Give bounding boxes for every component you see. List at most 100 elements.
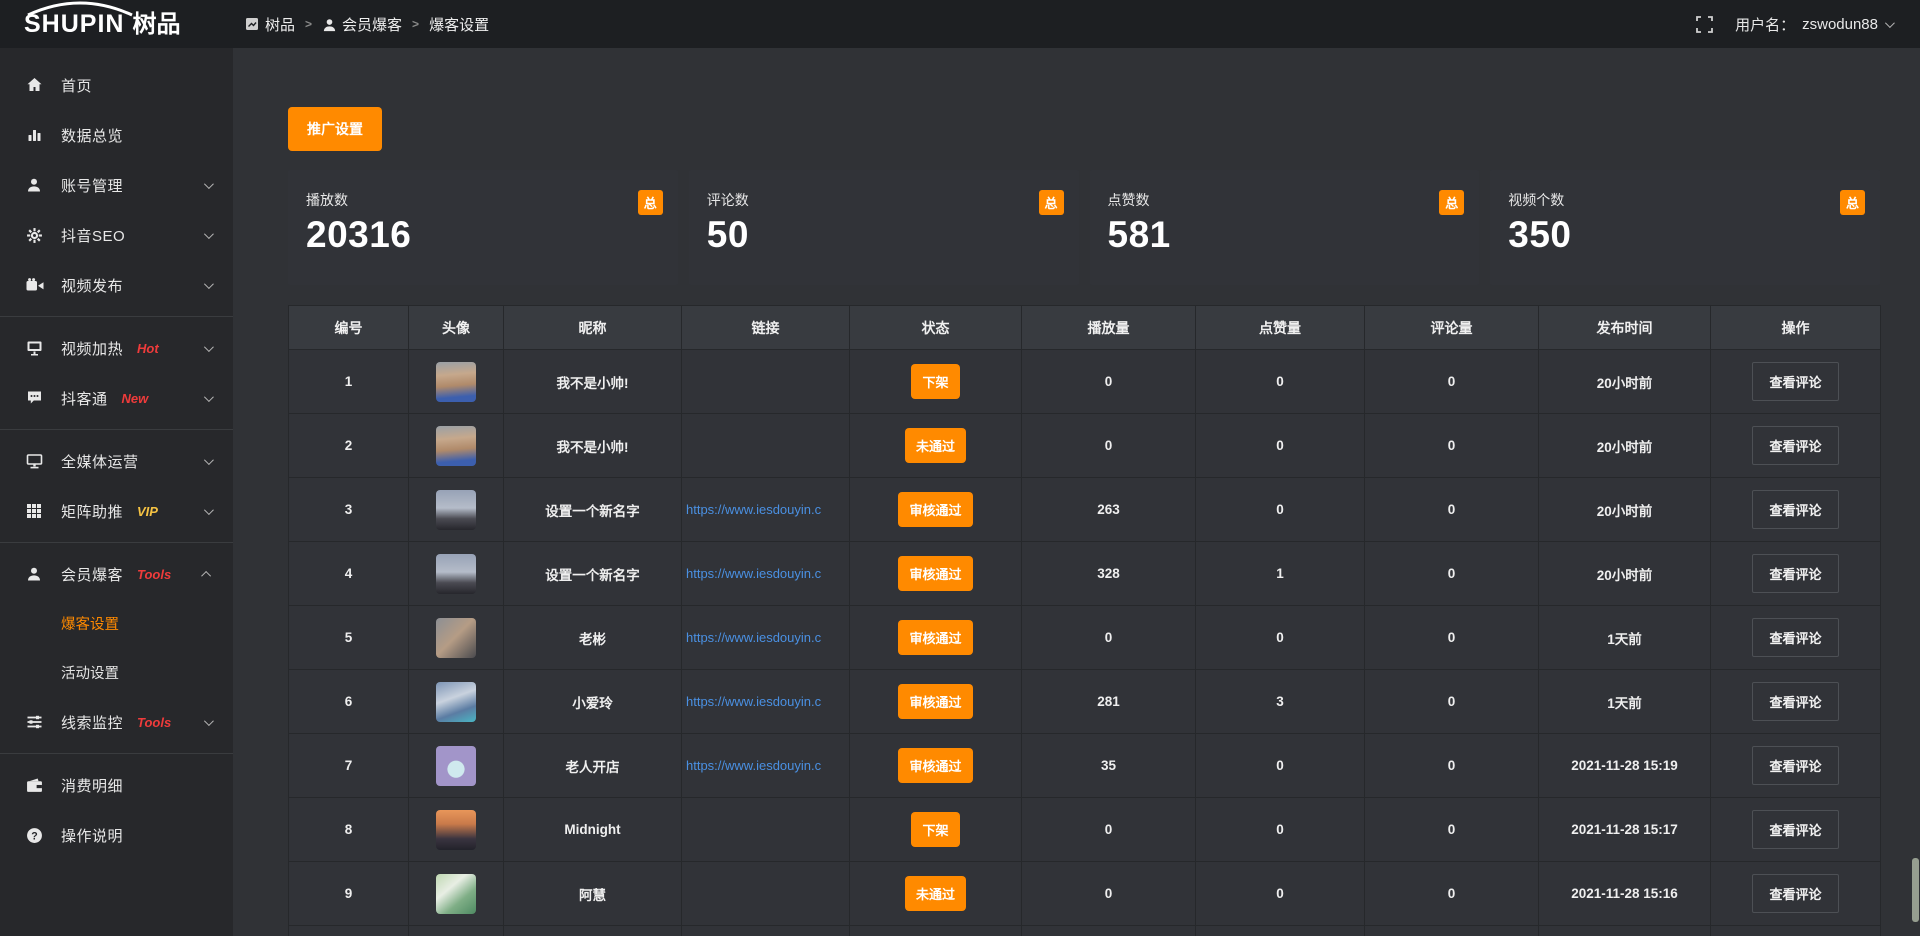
sidebar-item-操作说明[interactable]: ?操作说明 xyxy=(0,810,233,860)
cell-avatar xyxy=(409,862,504,926)
status-button[interactable]: 下架 xyxy=(911,364,959,399)
cell-plays: 263 xyxy=(1022,478,1196,542)
username-label: 用户名： xyxy=(1735,14,1795,35)
view-comments-button[interactable]: 查看评论 xyxy=(1752,874,1838,913)
view-comments-button[interactable]: 查看评论 xyxy=(1752,426,1838,465)
promotion-settings-button[interactable]: 推广设置 xyxy=(288,107,382,151)
column-header-发布时间: 发布时间 xyxy=(1539,306,1711,350)
sidebar-item-抖音SEO[interactable]: 抖音SEO xyxy=(0,210,233,260)
top-bar: SHUPIN 树品 树品>会员爆客>爆客设置 用户名：zswodun88 xyxy=(0,0,1920,48)
cell-publish-time xyxy=(1539,926,1711,936)
cell-action xyxy=(1711,926,1881,936)
sidebar-item-抖客通[interactable]: 抖客通New xyxy=(0,373,233,423)
sidebar-item-label: 抖客通 xyxy=(61,388,108,409)
cell-comments: 0 xyxy=(1365,862,1539,926)
view-comments-button[interactable]: 查看评论 xyxy=(1752,554,1838,593)
page-scrollbar-thumb[interactable] xyxy=(1912,858,1919,922)
sidebar-subitem-爆客设置[interactable]: 爆客设置 xyxy=(0,599,233,648)
cell-id: 7 xyxy=(289,734,409,798)
sidebar-subitem-活动设置[interactable]: 活动设置 xyxy=(0,648,233,697)
sidebar-item-会员爆客[interactable]: 会员爆客Tools xyxy=(0,549,233,599)
stat-card-label: 播放数 xyxy=(306,190,662,210)
cell-likes: 0 xyxy=(1196,478,1365,542)
screen-icon xyxy=(26,452,46,470)
avatar xyxy=(436,554,476,594)
column-header-链接: 链接 xyxy=(682,306,850,350)
cell-id: 1 xyxy=(289,350,409,414)
sidebar-item-label: 数据总览 xyxy=(61,125,123,146)
cell-likes: 3 xyxy=(1196,670,1365,734)
cell-id: 6 xyxy=(289,670,409,734)
cell-status: 审核通过 xyxy=(850,542,1022,606)
sidebar-item-数据总览[interactable]: 数据总览 xyxy=(0,110,233,160)
cell-comments: 0 xyxy=(1365,606,1539,670)
view-comments-button[interactable]: 查看评论 xyxy=(1752,362,1838,401)
cell-action: 查看评论 xyxy=(1711,734,1881,798)
status-button[interactable]: 审核通过 xyxy=(898,684,972,719)
status-button[interactable]: 审核通过 xyxy=(898,620,972,655)
sidebar-item-badge: Tools xyxy=(137,567,171,582)
sidebar-item-badge: Hot xyxy=(137,341,159,356)
cell-action: 查看评论 xyxy=(1711,350,1881,414)
sidebar-subitem-label: 活动设置 xyxy=(61,662,119,683)
status-button[interactable]: 审核通过 xyxy=(898,748,972,783)
column-header-点赞量: 点赞量 xyxy=(1196,306,1365,350)
wallet-icon xyxy=(26,776,46,794)
view-comments-button[interactable]: 查看评论 xyxy=(1752,618,1838,657)
cell-avatar xyxy=(409,414,504,478)
sidebar-subitem-label: 爆客设置 xyxy=(61,613,119,634)
status-button[interactable]: 下架 xyxy=(911,812,959,847)
cell-comments xyxy=(1365,926,1539,936)
video-link[interactable]: https://www.iesdouyin.c xyxy=(682,630,849,645)
video-link[interactable]: https://www.iesdouyin.c xyxy=(682,502,849,517)
avatar xyxy=(436,810,476,850)
cell-link: https://www.iesdouyin.c xyxy=(682,734,850,798)
sidebar-item-视频加热[interactable]: 视频加热Hot xyxy=(0,323,233,373)
status-button[interactable]: 未通过 xyxy=(905,876,966,911)
view-comments-button[interactable]: 查看评论 xyxy=(1752,810,1838,849)
breadcrumb-item[interactable]: 树品 xyxy=(245,14,295,35)
cell-nickname xyxy=(504,926,682,936)
status-button[interactable]: 未通过 xyxy=(905,428,966,463)
user-menu[interactable]: 用户名：zswodun88 xyxy=(1735,14,1892,35)
sidebar-item-视频发布[interactable]: 视频发布 xyxy=(0,260,233,310)
svg-text:?: ? xyxy=(31,830,37,842)
stat-card-total-badge: 总 xyxy=(1439,190,1464,215)
breadcrumb: 树品>会员爆客>爆客设置 xyxy=(245,14,489,35)
status-button[interactable]: 审核通过 xyxy=(898,492,972,527)
cell-comments: 0 xyxy=(1365,798,1539,862)
cell-status: 下架 xyxy=(850,350,1022,414)
cell-avatar xyxy=(409,606,504,670)
column-header-状态: 状态 xyxy=(850,306,1022,350)
status-button[interactable]: 审核通过 xyxy=(898,556,972,591)
column-header-头像: 头像 xyxy=(409,306,504,350)
chevron-down-icon xyxy=(204,505,214,515)
sidebar-item-首页[interactable]: 首页 xyxy=(0,60,233,110)
fullscreen-icon[interactable] xyxy=(1696,16,1713,33)
cell-action: 查看评论 xyxy=(1711,542,1881,606)
breadcrumb-item[interactable]: 会员爆客 xyxy=(322,14,402,35)
avatar xyxy=(436,426,476,466)
main-content: 推广设置 播放数总20316评论数总50点赞数总581视频个数总350 编号头像… xyxy=(233,48,1920,936)
sidebar-item-矩阵助推[interactable]: 矩阵助推VIP xyxy=(0,486,233,536)
view-comments-button[interactable]: 查看评论 xyxy=(1752,682,1838,721)
view-comments-button[interactable]: 查看评论 xyxy=(1752,746,1838,785)
sidebar-item-全媒体运营[interactable]: 全媒体运营 xyxy=(0,436,233,486)
video-link[interactable]: https://www.iesdouyin.c xyxy=(682,758,849,773)
cell-link xyxy=(682,350,850,414)
cell-action: 查看评论 xyxy=(1711,606,1881,670)
cell-status: 审核通过 xyxy=(850,670,1022,734)
sidebar-divider xyxy=(0,316,233,317)
cell-link: https://www.iesdouyin.c xyxy=(682,670,850,734)
stat-card-label: 点赞数 xyxy=(1108,190,1464,210)
cell-avatar xyxy=(409,542,504,606)
sidebar-item-消费明细[interactable]: 消费明细 xyxy=(0,760,233,810)
sidebar-item-账号管理[interactable]: 账号管理 xyxy=(0,160,233,210)
view-comments-button[interactable]: 查看评论 xyxy=(1752,490,1838,529)
video-link[interactable]: https://www.iesdouyin.c xyxy=(682,694,849,709)
cell-id: 5 xyxy=(289,606,409,670)
table-row: 7老人开店https://www.iesdouyin.c审核通过35002021… xyxy=(289,734,1881,798)
video-link[interactable]: https://www.iesdouyin.c xyxy=(682,566,849,581)
stat-card-value: 50 xyxy=(707,214,1063,256)
sidebar-item-线索监控[interactable]: 线索监控Tools xyxy=(0,697,233,747)
